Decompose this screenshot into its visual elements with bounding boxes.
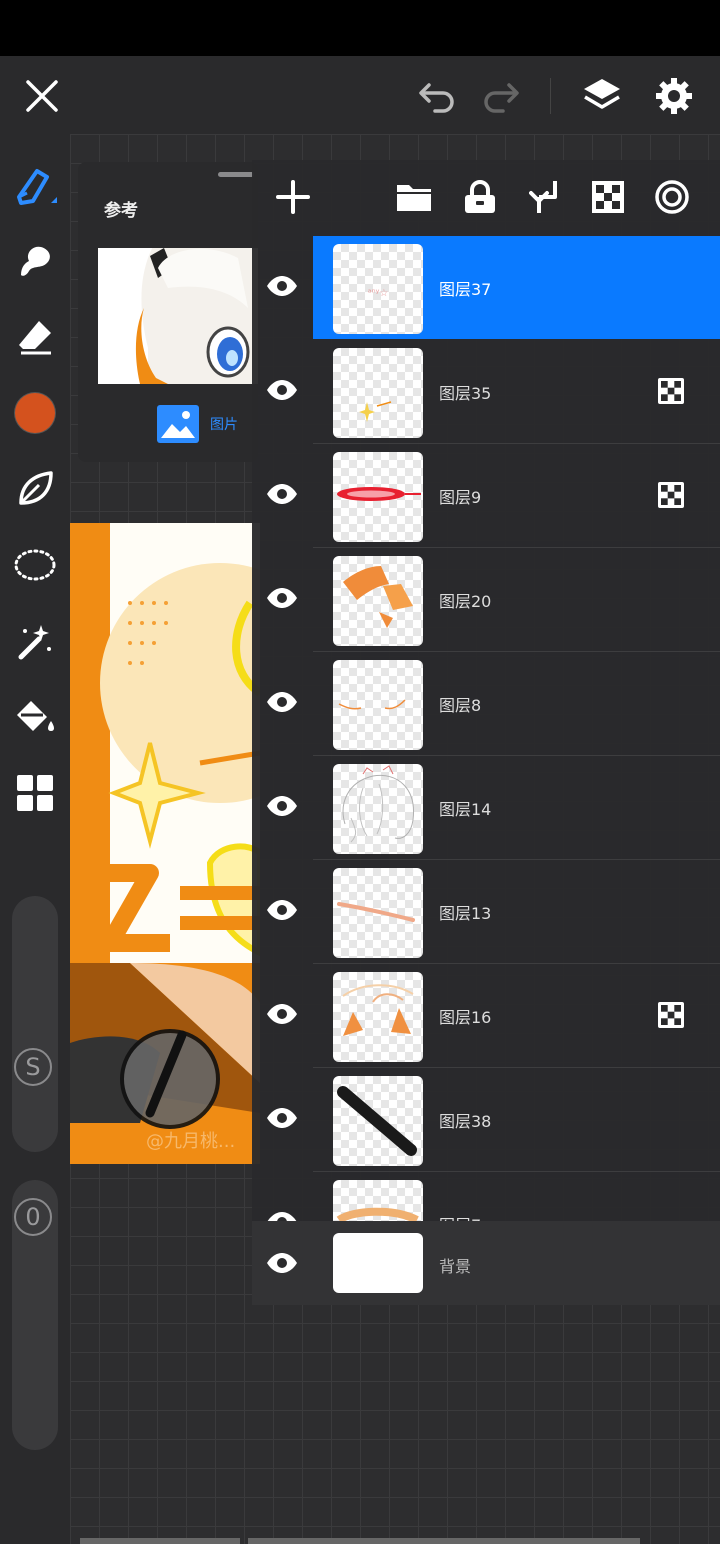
layer-row-35[interactable]: 图层35 [252,340,720,444]
eye-icon[interactable] [262,578,302,618]
layer-name: 背景 [439,1257,472,1276]
svg-text:ᵃⁿʸ☆: ᵃⁿʸ☆ [368,288,389,299]
layer-toolbar [252,160,720,236]
size-slider-knob[interactable]: S [14,1048,52,1086]
layer-row-background[interactable]: 背景 [252,1221,720,1305]
alpha-lock-icon [658,1002,684,1028]
layer-thumbnail [333,764,423,854]
eye-icon[interactable] [262,786,302,826]
layer-row-38[interactable]: 图层38 [252,1068,720,1172]
layer-thumbnail [333,868,423,958]
alpha-lock-icon [658,378,684,404]
brush-size-slider[interactable]: S [12,896,58,1152]
color-icon[interactable] [10,388,60,438]
eye-icon[interactable] [262,370,302,410]
fill-icon[interactable] [10,692,60,742]
layer-name: 图层35 [439,384,492,403]
opacity-slider[interactable]: 0 [12,1180,58,1450]
layer-name: 图层8 [439,696,482,715]
layer-row-16[interactable]: 图层16 [252,964,720,1068]
layer-row-9[interactable]: 图层9 [252,444,720,548]
layer-name: 图层16 [439,1008,492,1027]
target-icon[interactable] [649,174,695,220]
status-bar [0,0,720,56]
layer-thumbnail [333,660,423,750]
layer-thumbnail: ᵃⁿʸ☆ [333,244,423,334]
eye-icon[interactable] [262,1098,302,1138]
redo-icon[interactable] [478,74,524,120]
reference-image-label: 图片 [210,417,238,433]
alpha-lock-icon[interactable] [585,174,631,220]
reference-image [98,248,258,384]
layer-thumbnail [333,972,423,1062]
layer-thumbnail [333,1076,423,1166]
settings-icon[interactable] [650,72,698,120]
background-thumbnail [333,1233,423,1293]
layer-thumbnail [333,556,423,646]
smudge-icon[interactable] [10,236,60,286]
layer-name: 图层20 [439,592,492,611]
image-icon [157,405,199,443]
eraser-icon[interactable] [10,312,60,362]
artwork-watermark: @九月桃... [146,1131,236,1152]
tool-sidebar: S 0 [0,134,70,1544]
reference-drag-handle[interactable] [218,172,254,177]
layer-name: 图层14 [439,800,492,819]
layer-row-7[interactable]: 图层7 [252,1172,720,1221]
magic-wand-icon[interactable] [10,616,60,666]
eye-icon[interactable] [262,682,302,722]
undo-icon[interactable] [414,74,460,120]
alpha-lock-icon [658,482,684,508]
layer-thumbnail [333,348,423,438]
reference-title: 参考 [104,201,138,221]
bottom-indicator-1 [80,1538,240,1544]
reference-image-button[interactable]: 图片 [156,404,238,444]
layer-name: 图层37 [439,280,492,299]
layer-row-37[interactable]: ᵃⁿʸ☆ 图层37 [252,236,720,340]
layer-name: 图层38 [439,1112,492,1131]
leaf-icon[interactable] [10,464,60,514]
close-icon[interactable] [18,72,66,120]
opacity-slider-knob[interactable]: 0 [14,1198,52,1236]
layers-icon[interactable] [578,72,626,120]
bottom-indicator-2 [248,1538,640,1544]
canvas-artwork[interactable]: @九月桃... [70,523,260,1164]
layer-row-20[interactable]: 图层20 [252,548,720,652]
toolbar-divider [550,78,551,114]
eye-icon[interactable] [262,1202,302,1221]
merge-down-icon[interactable] [522,174,568,220]
grid-icon[interactable] [10,768,60,818]
lasso-icon[interactable] [10,540,60,590]
layer-panel: ᵃⁿʸ☆ 图层37 图层35 图层9 图层20 图层8 图层14 图层13 图层… [252,160,720,1305]
layer-name: 图层9 [439,488,482,507]
layer-row-8[interactable]: 图层8 [252,652,720,756]
folder-icon[interactable] [391,174,437,220]
add-icon[interactable] [270,174,316,220]
eye-icon[interactable] [262,890,302,930]
lock-icon[interactable] [457,174,503,220]
eye-icon[interactable] [262,266,302,306]
eye-icon[interactable] [262,1243,302,1283]
layer-thumbnail [333,1180,423,1221]
layer-list: ᵃⁿʸ☆ 图层37 图层35 图层9 图层20 图层8 图层14 图层13 图层… [252,236,720,1221]
pen-icon[interactable] [10,160,60,210]
layer-row-13[interactable]: 图层13 [252,860,720,964]
eye-icon[interactable] [262,474,302,514]
top-bar [0,56,720,134]
layer-row-14[interactable]: 图层14 [252,756,720,860]
layer-name: 图层13 [439,904,492,923]
eye-icon[interactable] [262,994,302,1034]
layer-name: 图层7 [439,1212,481,1221]
layer-thumbnail [333,452,423,542]
reference-panel: 参考 图片 [78,162,258,462]
